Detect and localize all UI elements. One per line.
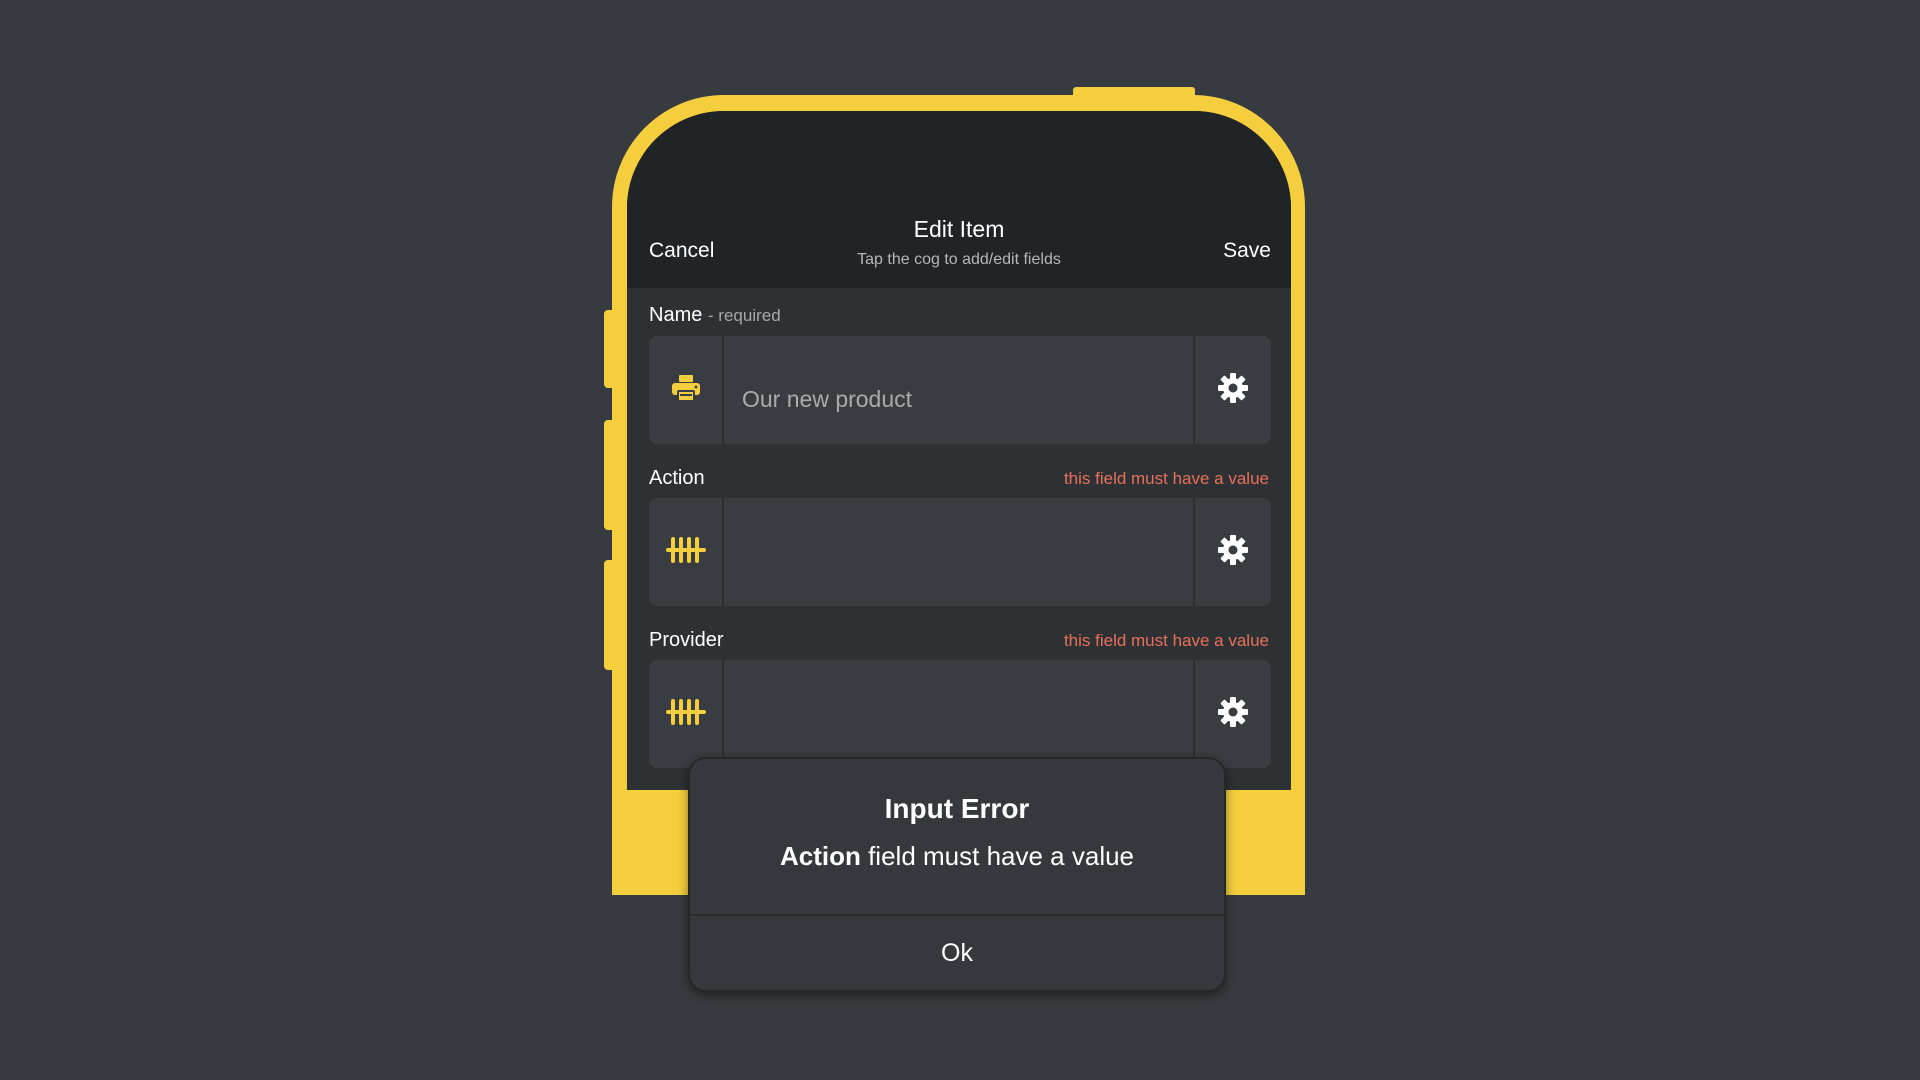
dialog-message: Action field must have a value [690,841,1224,872]
dialog-message-rest: field must have a value [860,841,1135,871]
provider-field-label: Provider [649,629,724,651]
name-field-settings-button[interactable] [1193,336,1271,444]
action-input-cell [724,498,1194,606]
provider-field-icon-cell[interactable] [649,660,724,768]
dialog-title: Input Error [884,793,1030,824]
action-field-row [649,498,1271,606]
phone-screen: Cancel Edit Item Tap the cog to add/edit… [627,111,1291,790]
name-label-text: Name [649,304,703,326]
action-field-label: Action [649,467,705,489]
name-input-cell [724,336,1194,444]
title-group: Edit Item Tap the cog to add/edit fields [627,216,1291,269]
provider-field-settings-button[interactable] [1193,660,1271,768]
action-field-error: this field must have a value [1063,469,1269,488]
printer-icon [670,373,702,408]
page-title: Edit Item [913,216,1005,242]
gear-icon [1217,534,1249,571]
stage: Cancel Edit Item Tap the cog to add/edit… [0,0,1920,1080]
provider-input-cell [724,660,1194,768]
tally-marks-icon [665,535,707,570]
provider-input[interactable] [724,660,1194,768]
action-input[interactable] [724,498,1194,606]
nav-header: Cancel Edit Item Tap the cog to add/edit… [627,111,1291,288]
ok-button[interactable]: Ok [690,916,1224,990]
input-error-dialog: Input Error Action field must have a val… [688,757,1226,992]
tally-marks-icon [665,697,707,732]
page-subtitle: Tap the cog to add/edit fields [857,251,1061,268]
action-field-icon-cell[interactable] [649,498,724,606]
name-field-icon-cell[interactable] [649,336,724,444]
name-field-label: Name - required [649,304,781,327]
action-field-settings-button[interactable] [1193,498,1271,606]
gear-icon [1217,372,1249,409]
name-field-row [649,336,1271,444]
dialog-message-field: Action [779,841,861,871]
name-input[interactable] [724,336,1194,444]
provider-field-row [649,660,1271,768]
gear-icon [1217,696,1249,733]
save-button[interactable]: Save [1223,239,1271,263]
required-note: - required [707,306,781,325]
provider-field-error: this field must have a value [1063,631,1269,650]
